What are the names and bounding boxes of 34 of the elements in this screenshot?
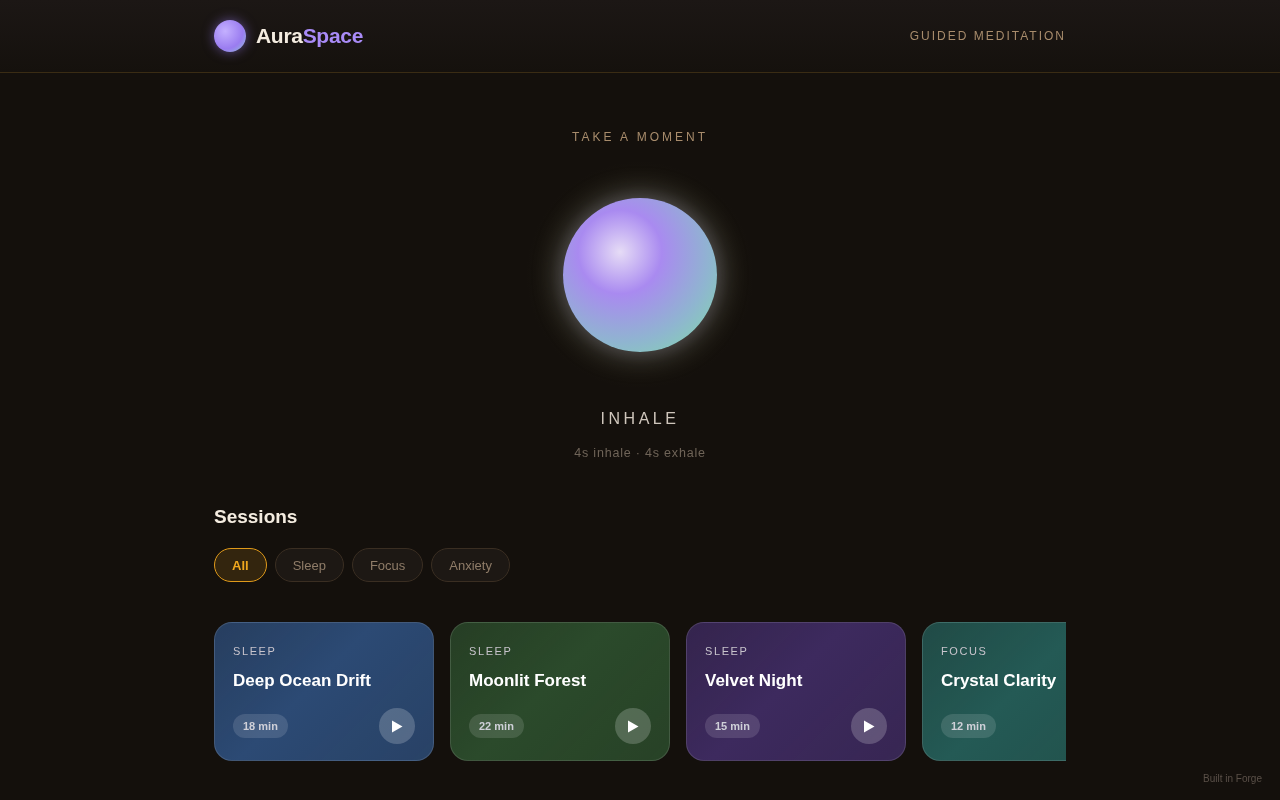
- play-icon: [627, 719, 639, 733]
- filter-chip[interactable]: All: [214, 548, 267, 582]
- duration-badge: 12 min: [941, 714, 996, 738]
- session-title: Crystal Clarity: [941, 671, 1058, 691]
- filter-chip[interactable]: Anxiety: [431, 548, 510, 582]
- breath-phase: INHALE: [600, 410, 680, 428]
- filter-chip[interactable]: Sleep: [274, 548, 344, 582]
- session-title: Moonlit Forest: [469, 671, 588, 691]
- section-title: Sessions: [214, 506, 299, 528]
- duration-badge: 15 min: [705, 714, 760, 738]
- play-button[interactable]: [615, 708, 651, 744]
- session-category: FOCUS: [941, 645, 989, 657]
- duration-badge: 18 min: [233, 714, 288, 738]
- session-title: Velvet Night: [705, 671, 804, 691]
- session-category: SLEEP: [469, 645, 514, 657]
- play-button[interactable]: [379, 708, 415, 744]
- session-category: SLEEP: [705, 645, 750, 657]
- session-category: SLEEP: [233, 645, 278, 657]
- play-icon: [391, 719, 403, 733]
- logo-orb-icon: [214, 20, 246, 52]
- session-card[interactable]: FOCUS Crystal Clarity 12 min: [922, 622, 1066, 761]
- duration-badge: 22 min: [469, 714, 524, 738]
- play-icon: [863, 719, 875, 733]
- eyebrow-label: TAKE A MOMENT: [571, 130, 709, 144]
- brand-name[interactable]: AuraSpace: [256, 24, 364, 48]
- filter-chip[interactable]: Focus: [351, 548, 424, 582]
- session-card[interactable]: SLEEP Deep Ocean Drift 18 min: [214, 622, 434, 761]
- session-card[interactable]: SLEEP Moonlit Forest 22 min: [450, 622, 670, 761]
- play-button[interactable]: [851, 708, 887, 744]
- breath-pattern: 4s inhale · 4s exhale: [574, 446, 706, 460]
- session-card[interactable]: SLEEP Velvet Night 15 min: [686, 622, 906, 761]
- session-title: Deep Ocean Drift: [233, 671, 372, 691]
- nav-link[interactable]: GUIDED MEDITATION: [909, 29, 1066, 43]
- footer-credit: Built in Forge: [1203, 773, 1262, 784]
